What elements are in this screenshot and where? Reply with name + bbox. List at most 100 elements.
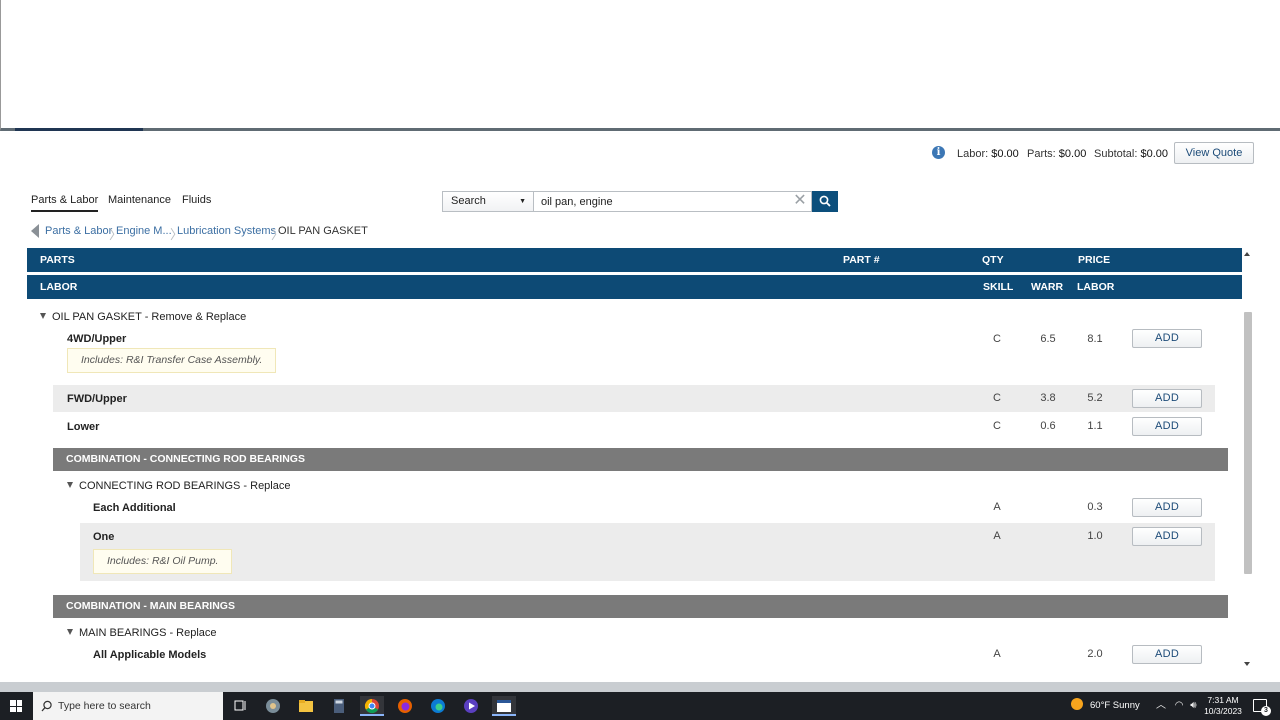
clock-date: 10/3/2023 bbox=[1204, 706, 1242, 716]
labor-section-header: LABOR bbox=[40, 281, 78, 293]
parts-total: Parts: $0.00 bbox=[1027, 148, 1087, 160]
qty-col-header: QTY bbox=[982, 254, 1004, 266]
main-panel: Parts & Labor Maintenance Fluids Search … bbox=[0, 174, 1280, 682]
labor-value: 2.0 bbox=[1087, 648, 1103, 660]
breadcrumb-parts-labor[interactable]: Parts & Labor bbox=[45, 225, 112, 237]
operation-group-title[interactable]: CONNECTING ROD BEARINGS - Replace bbox=[67, 480, 290, 492]
search-type-select[interactable]: Search ▼ bbox=[442, 191, 534, 212]
table-row: Lower C 0.6 1.1 ADD bbox=[53, 414, 1215, 441]
add-button[interactable]: ADD bbox=[1132, 329, 1202, 348]
add-button[interactable]: ADD bbox=[1132, 389, 1202, 408]
scroll-down-icon[interactable] bbox=[1244, 662, 1250, 666]
labor-header: LABOR SKILL WARR LABOR bbox=[27, 275, 1242, 299]
combination-header: COMBINATION - MAIN BEARINGS bbox=[53, 595, 1228, 618]
row-name: All Applicable Models bbox=[93, 649, 207, 661]
firefox-icon[interactable] bbox=[393, 696, 417, 716]
collapse-triangle-icon bbox=[67, 629, 73, 635]
row-name: 4WD/Upper bbox=[67, 333, 127, 345]
media-player-icon[interactable] bbox=[459, 696, 483, 716]
search-icon bbox=[41, 700, 52, 712]
breadcrumb-current: OIL PAN GASKET bbox=[278, 225, 368, 237]
labor-table: PARTS PART # QTY PRICE LABOR SKILL WARR … bbox=[27, 248, 1242, 682]
skill-value: C bbox=[993, 333, 1001, 345]
header-accent-bar bbox=[15, 128, 143, 131]
table-row: Each Additional A 0.3 ADD bbox=[80, 498, 1215, 522]
table-row: FWD/Upper C 3.8 5.2 ADD bbox=[53, 385, 1215, 412]
view-quote-button[interactable]: View Quote bbox=[1174, 142, 1254, 164]
warr-col-header: WARR bbox=[1031, 281, 1064, 293]
skill-col-header: SKILL bbox=[983, 281, 1014, 293]
operation-group-title[interactable]: MAIN BEARINGS - Replace bbox=[67, 627, 217, 639]
volume-icon[interactable]: 🔊︎ bbox=[1190, 700, 1196, 711]
labor-value: 5.2 bbox=[1087, 392, 1103, 404]
breadcrumb-engine[interactable]: Engine M... bbox=[116, 225, 172, 237]
chevron-up-icon[interactable]: ︿ bbox=[1156, 700, 1166, 711]
calculator-icon[interactable] bbox=[327, 696, 351, 716]
collapse-triangle-icon bbox=[67, 482, 73, 488]
includes-note: Includes: R&I Oil Pump. bbox=[93, 549, 233, 574]
search-button[interactable] bbox=[812, 191, 838, 212]
edge-icon[interactable] bbox=[426, 696, 450, 716]
breadcrumb-lubrication[interactable]: Lubrication Systems bbox=[177, 225, 276, 237]
skill-value: C bbox=[993, 392, 1001, 404]
app-window-icon[interactable] bbox=[492, 696, 516, 716]
operation-group-title[interactable]: OIL PAN GASKET - Remove & Replace bbox=[40, 311, 246, 323]
tab-fluids[interactable]: Fluids bbox=[182, 194, 211, 210]
window-bottom-strip bbox=[0, 682, 1280, 692]
top-blank-area bbox=[0, 0, 1280, 131]
skill-value: A bbox=[993, 530, 1001, 542]
photos-app-icon[interactable] bbox=[261, 696, 285, 716]
dropdown-arrow-icon: ▼ bbox=[519, 198, 526, 205]
tab-parts-labor[interactable]: Parts & Labor bbox=[31, 194, 99, 212]
warr-value: 0.6 bbox=[1040, 420, 1056, 432]
clock-time: 7:31 AM bbox=[1207, 695, 1239, 705]
add-button[interactable]: ADD bbox=[1132, 417, 1202, 436]
table-row: One A 1.0 ADD Includes: R&I Oil Pump. bbox=[80, 523, 1215, 581]
scroll-thumb[interactable] bbox=[1244, 312, 1252, 574]
part-no-col-header: PART # bbox=[843, 254, 880, 266]
skill-value: C bbox=[993, 420, 1001, 432]
collapse-triangle-icon bbox=[40, 313, 46, 319]
price-col-header: PRICE bbox=[1078, 254, 1111, 266]
tab-maintenance[interactable]: Maintenance bbox=[108, 194, 171, 210]
labor-value: 1.1 bbox=[1087, 420, 1103, 432]
task-view-icon[interactable] bbox=[228, 696, 252, 716]
weather-widget[interactable]: 60°F Sunny bbox=[1071, 692, 1140, 720]
network-icon[interactable]: ◠ bbox=[1175, 700, 1184, 711]
sunny-weather-icon bbox=[1071, 698, 1083, 710]
notification-icon[interactable]: 3 bbox=[1253, 699, 1271, 716]
table-row: All Applicable Models A 2.0 ADD bbox=[80, 645, 1215, 669]
system-tray: ︿ ◠ 🔊︎ bbox=[1156, 692, 1197, 720]
labor-value: 8.1 bbox=[1087, 333, 1103, 345]
file-explorer-icon[interactable] bbox=[294, 696, 318, 716]
search-input[interactable] bbox=[534, 191, 812, 212]
skill-value: A bbox=[993, 648, 1001, 660]
weather-text: 60°F Sunny bbox=[1090, 700, 1140, 711]
skill-value: A bbox=[993, 501, 1001, 513]
row-name: One bbox=[93, 531, 115, 543]
windows-start-icon[interactable] bbox=[10, 700, 22, 712]
labor-value: 1.0 bbox=[1087, 530, 1103, 542]
add-button[interactable]: ADD bbox=[1132, 498, 1202, 517]
table-row: 4WD/Upper C 6.5 8.1 ADD Includes: R&I Tr… bbox=[53, 329, 1215, 382]
table-scrollbar[interactable] bbox=[1242, 248, 1253, 670]
back-arrow-icon[interactable] bbox=[31, 224, 39, 238]
chrome-icon[interactable] bbox=[360, 696, 384, 716]
clear-search-icon[interactable]: ✕ bbox=[792, 192, 808, 211]
taskbar-search-box[interactable]: Type here to search bbox=[33, 692, 223, 720]
warr-value: 6.5 bbox=[1040, 333, 1056, 345]
scroll-up-icon[interactable] bbox=[1244, 252, 1250, 256]
taskbar-clock[interactable]: 7:31 AM 10/3/2023 bbox=[1200, 695, 1246, 717]
row-name: Lower bbox=[67, 421, 100, 433]
parts-header: PARTS PART # QTY PRICE bbox=[27, 248, 1242, 272]
top-blank-cap bbox=[1, 0, 1280, 72]
taskbar-search-placeholder: Type here to search bbox=[58, 700, 151, 712]
search-type-value: Search bbox=[451, 195, 486, 207]
taskbar: Type here to search 60°F Sunny ︿ ◠ 🔊︎ 7:… bbox=[0, 692, 1280, 720]
quote-summary-bar: i Labor: $0.00 Parts: $0.00 Subtotal: $0… bbox=[0, 134, 1280, 174]
parts-col-header: PARTS bbox=[40, 254, 75, 266]
add-button[interactable]: ADD bbox=[1132, 645, 1202, 664]
info-icon[interactable]: i bbox=[932, 146, 945, 159]
add-button[interactable]: ADD bbox=[1132, 527, 1202, 546]
row-name: Each Additional bbox=[93, 502, 176, 514]
